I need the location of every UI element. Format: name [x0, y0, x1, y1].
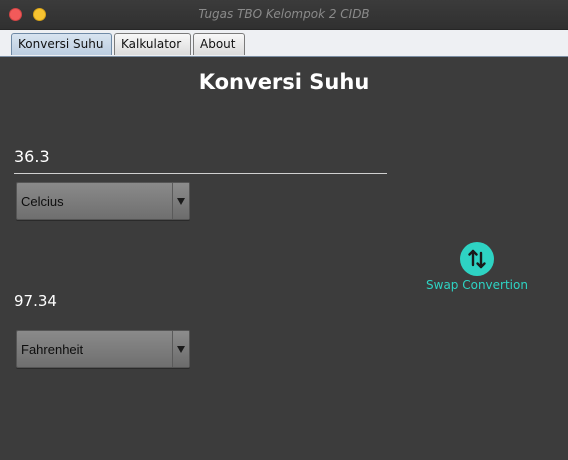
to-unit-dropdown-button[interactable] — [172, 331, 189, 367]
window-title: Tugas TBO Kelompok 2 CIDB — [198, 7, 370, 21]
chevron-down-icon — [177, 198, 185, 205]
tab-kalkulator[interactable]: Kalkulator — [114, 33, 191, 55]
from-unit-dropdown-button[interactable] — [172, 183, 189, 219]
swap-conversion-button[interactable]: Swap Convertion — [420, 242, 534, 296]
tab-strip: Konversi Suhu Kalkulator About — [0, 30, 568, 57]
from-unit-value: Celcius — [21, 194, 64, 209]
to-unit-value: Fahrenheit — [21, 342, 84, 357]
tab-about[interactable]: About — [193, 33, 245, 55]
to-unit-select[interactable]: Fahrenheit — [16, 330, 190, 368]
tab-konversi-suhu[interactable]: Konversi Suhu — [11, 33, 112, 55]
result-value: 97.34 — [14, 292, 57, 310]
from-unit-select[interactable]: Celcius — [16, 182, 190, 220]
title-bar: Tugas TBO Kelompok 2 CIDB — [0, 0, 568, 30]
temperature-input-field — [14, 140, 387, 174]
page-title: Konversi Suhu — [198, 70, 370, 94]
temperature-input[interactable] — [14, 140, 387, 173]
chevron-down-icon — [177, 346, 185, 353]
swap-conversion-label: Swap Convertion — [426, 278, 528, 292]
swap-vertical-icon — [460, 242, 494, 276]
